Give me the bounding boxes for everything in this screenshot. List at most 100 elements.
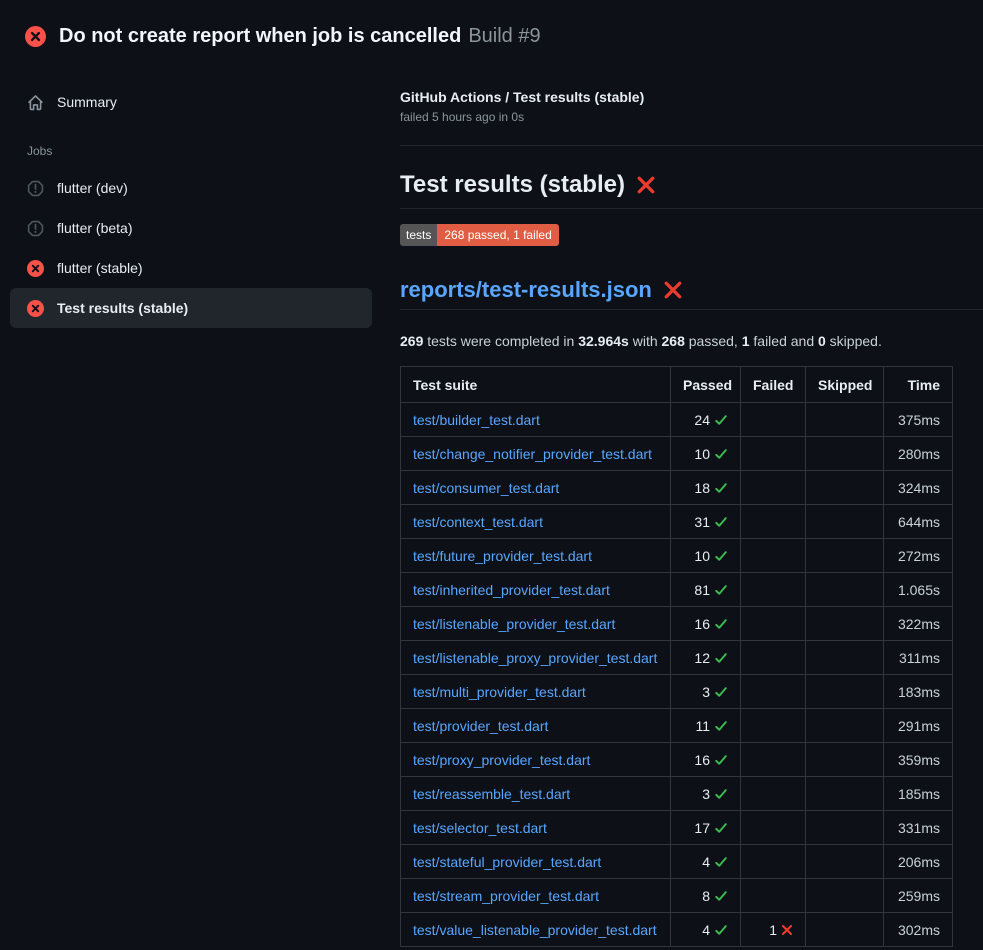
failed-cell [741,403,806,437]
summary-text: tests were completed in [423,333,578,349]
summary-text: skipped. [826,333,882,349]
table-row: test/change_notifier_provider_test.dart … [401,437,953,471]
suite-link[interactable]: test/proxy_provider_test.dart [413,752,590,768]
passed-cell: 4 [671,845,741,879]
passed-cell: 4 [671,913,741,947]
suite-link[interactable]: test/inherited_provider_test.dart [413,582,610,598]
summary-passed: 268 [662,333,685,349]
suite-link[interactable]: test/change_notifier_provider_test.dart [413,446,652,462]
header-time: Time [884,367,953,403]
suite-link[interactable]: test/provider_test.dart [413,718,548,734]
sidebar-job-flutter-beta[interactable]: flutter (beta) [10,208,372,248]
suite-cell: test/context_test.dart [401,505,671,539]
time-cell: 183ms [884,675,953,709]
report-title: reports/test-results.json [400,277,983,310]
suite-link[interactable]: test/multi_provider_test.dart [413,684,586,700]
passed-cell: 3 [671,675,741,709]
sidebar-job-flutter-dev[interactable]: flutter (dev) [10,168,372,208]
failed-x-icon [636,175,656,195]
table-row: test/reassemble_test.dart 3 185ms [401,777,953,811]
tests-badge: tests 268 passed, 1 failed [400,224,559,246]
table-row: test/listenable_provider_test.dart 16 32… [401,607,953,641]
sidebar-item-summary[interactable]: Summary [0,82,400,122]
check-icon [714,583,728,597]
time-cell: 644ms [884,505,953,539]
check-icon [714,447,728,461]
time-cell: 359ms [884,743,953,777]
suite-link[interactable]: test/reassemble_test.dart [413,786,570,802]
sidebar-job-flutter-stable[interactable]: flutter (stable) [10,248,372,288]
check-icon [714,481,728,495]
job-label: Test results (stable) [57,300,188,316]
failed-cell [741,505,806,539]
failed-cell [741,471,806,505]
suite-link[interactable]: test/consumer_test.dart [413,480,559,496]
results-table: Test suite Passed Failed Skipped Time te… [400,366,953,947]
sidebar: Summary Jobs flutter (dev) flutter (beta… [0,56,400,328]
suite-link[interactable]: test/selector_test.dart [413,820,547,836]
time-cell: 185ms [884,777,953,811]
suite-cell: test/listenable_provider_test.dart [401,607,671,641]
suite-cell: test/listenable_proxy_provider_test.dart [401,641,671,675]
check-icon [714,413,728,427]
summary-text: passed, [685,333,742,349]
suite-link[interactable]: test/future_provider_test.dart [413,548,592,564]
skipped-cell [806,811,884,845]
skipped-cell [806,437,884,471]
failed-cell [741,845,806,879]
skipped-cell [806,471,884,505]
suite-link[interactable]: test/listenable_proxy_provider_test.dart [413,650,657,666]
time-cell: 291ms [884,709,953,743]
passed-cell: 24 [671,403,741,437]
skipped-cell [806,845,884,879]
suite-cell: test/future_provider_test.dart [401,539,671,573]
time-cell: 331ms [884,811,953,845]
run-meta: failed 5 hours ago in 0s [400,110,983,124]
table-row: test/builder_test.dart 24 375ms [401,403,953,437]
header-passed: Passed [671,367,741,403]
skipped-cell [806,505,884,539]
suite-link[interactable]: test/context_test.dart [413,514,543,530]
job-label: flutter (beta) [57,220,132,236]
job-label: flutter (dev) [57,180,128,196]
suite-link[interactable]: test/listenable_provider_test.dart [413,616,615,632]
suite-link[interactable]: test/stream_provider_test.dart [413,888,599,904]
failed-cell [741,743,806,777]
table-row: test/consumer_test.dart 18 324ms [401,471,953,505]
run-failed-icon [25,26,46,47]
report-link[interactable]: reports/test-results.json [400,277,652,303]
passed-cell: 12 [671,641,741,675]
suite-link[interactable]: test/value_listenable_provider_test.dart [413,922,657,938]
table-row: test/value_listenable_provider_test.dart… [401,913,953,947]
sidebar-summary-label: Summary [57,94,117,110]
failed-cell [741,879,806,913]
skipped-cell [806,879,884,913]
passed-cell: 10 [671,437,741,471]
job-status-icon [27,180,44,197]
sidebar-job-test-results-stable[interactable]: Test results (stable) [10,288,372,328]
check-icon [714,923,728,937]
passed-cell: 17 [671,811,741,845]
badge-label: tests [400,224,437,246]
time-cell: 272ms [884,539,953,573]
check-icon [714,753,728,767]
table-row: test/provider_test.dart 11 291ms [401,709,953,743]
suite-link[interactable]: test/stateful_provider_test.dart [413,854,601,870]
skipped-cell [806,675,884,709]
section-title: Test results (stable) [400,171,983,209]
suite-link[interactable]: test/builder_test.dart [413,412,540,428]
table-row: test/listenable_proxy_provider_test.dart… [401,641,953,675]
skipped-cell [806,539,884,573]
job-status-icon [27,300,44,317]
suite-cell: test/consumer_test.dart [401,471,671,505]
passed-cell: 10 [671,539,741,573]
check-icon [714,855,728,869]
breadcrumb: GitHub Actions / Test results (stable) [400,89,983,105]
failed-x-icon [663,280,683,300]
suite-cell: test/proxy_provider_test.dart [401,743,671,777]
run-title: Do not create report when job is cancell… [59,25,461,48]
failed-cell [741,573,806,607]
run-build-number: Build #9 [468,25,540,48]
sidebar-jobs-heading: Jobs [0,122,400,168]
failed-cell [741,607,806,641]
